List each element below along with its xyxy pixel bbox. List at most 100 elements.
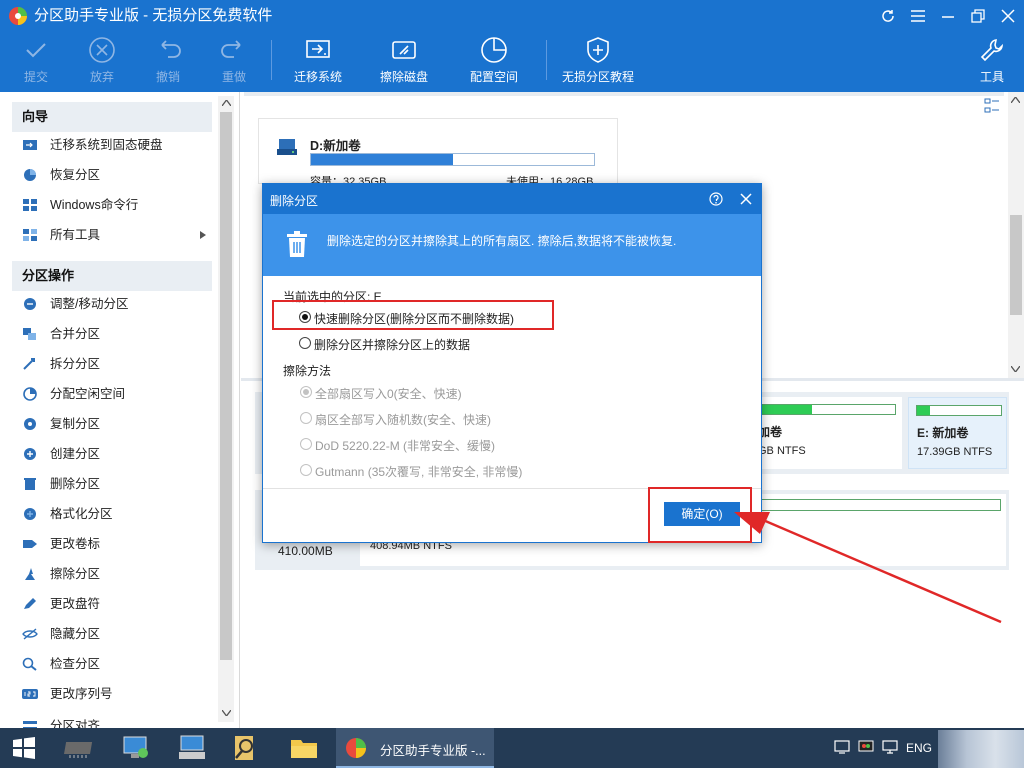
delete-wipe-label[interactable]: 删除分区并擦除分区上的数据 bbox=[314, 336, 470, 353]
discard-label: 放弃 bbox=[89, 70, 114, 84]
refresh-icon bbox=[882, 10, 894, 22]
migrate-os-label: 迁移系统 bbox=[293, 70, 342, 84]
disk2-size: 410.00MB bbox=[278, 544, 333, 558]
clock-area[interactable] bbox=[938, 730, 1024, 768]
refresh-button[interactable] bbox=[873, 2, 903, 30]
nav-copy-partition[interactable]: 复制分区 bbox=[18, 409, 214, 439]
wrench-icon bbox=[980, 39, 1004, 62]
wipe-zero-radio[interactable] bbox=[300, 386, 312, 398]
start-button[interactable] bbox=[0, 728, 48, 768]
action-center-icon[interactable] bbox=[834, 740, 850, 754]
redo-label: 重做 bbox=[221, 70, 246, 84]
allocate-space-icon bbox=[481, 37, 507, 63]
redo-button[interactable]: 重做 bbox=[202, 34, 266, 88]
allocate-space-label: 配置空间 bbox=[469, 70, 518, 84]
nav-check-partition[interactable]: 检查分区 bbox=[18, 649, 214, 679]
cancel-circle-icon bbox=[89, 37, 115, 63]
volume-usage-bar bbox=[310, 153, 595, 166]
dialog-header: 删除分区 bbox=[263, 184, 761, 214]
nav-change-serial[interactable]: 更改序列号 bbox=[18, 679, 214, 709]
scroll-down-arrow-icon[interactable] bbox=[1011, 366, 1020, 372]
dialog-info-banner: 删除选定的分区并擦除其上的所有扇区. 擦除后,数据将不能被恢复. bbox=[263, 214, 761, 276]
check-partition-icon bbox=[22, 657, 37, 671]
volume-name: D:新加卷 bbox=[310, 139, 361, 153]
menu-button[interactable] bbox=[903, 2, 933, 30]
view-toggle-icon[interactable] bbox=[984, 98, 1000, 114]
nav-split-partition[interactable]: 拆分分区 bbox=[18, 349, 214, 379]
wipe-gutmann-radio[interactable] bbox=[300, 464, 312, 476]
network-status-icon[interactable] bbox=[882, 740, 898, 754]
delete-wipe-radio[interactable] bbox=[299, 337, 311, 349]
migrate-os-button[interactable]: 迁移系统 bbox=[286, 34, 350, 88]
wipe-dod-radio[interactable] bbox=[300, 438, 312, 450]
taskbar-app-network[interactable] bbox=[112, 728, 160, 768]
right-scrollbar-thumb[interactable] bbox=[1010, 215, 1022, 315]
all-tools-icon bbox=[23, 229, 37, 241]
left-scrollbar-thumb[interactable] bbox=[220, 112, 232, 660]
delete-partition-icon bbox=[24, 478, 36, 490]
taskbar-app-keyboard[interactable] bbox=[168, 728, 216, 768]
taskbar-app-search[interactable] bbox=[222, 728, 270, 768]
nav-windows-cmd[interactable]: Windows命令行 bbox=[18, 190, 214, 220]
wipe-dod-label: DoD 5220.22-M (非常安全、缓慢) bbox=[315, 439, 496, 453]
split-partition-icon bbox=[23, 358, 35, 370]
taskbar-app-explorer[interactable] bbox=[280, 728, 328, 768]
partition-block-partial[interactable]: 加卷 GB NTFS bbox=[740, 397, 902, 469]
nav-change-drive-letter[interactable]: 更改盘符 bbox=[18, 589, 214, 619]
keyboard-computer-icon bbox=[179, 735, 205, 759]
taskbar-active-app-label: 分区助手专业版 -... bbox=[380, 744, 486, 758]
wizard-section-title: 向导 bbox=[12, 102, 212, 132]
nav-resize-move[interactable]: 调整/移动分区 bbox=[18, 289, 214, 319]
scroll-up-arrow-icon[interactable] bbox=[222, 100, 231, 106]
wipe-method-title: 擦除方法 bbox=[283, 364, 332, 378]
scroll-down-arrow-icon[interactable] bbox=[222, 710, 231, 716]
discard-button[interactable]: 放弃 bbox=[70, 34, 134, 88]
close-button[interactable] bbox=[993, 2, 1023, 30]
wipe-random-radio[interactable] bbox=[300, 412, 312, 424]
partition-block-e[interactable]: E: 新加卷 17.39GB NTFS bbox=[908, 397, 1007, 469]
commit-button[interactable]: 提交 bbox=[4, 34, 68, 88]
wipe-partition-icon bbox=[25, 568, 35, 580]
tools-button[interactable]: 工具 bbox=[960, 34, 1024, 88]
hamburger-icon bbox=[911, 10, 925, 22]
folder-icon bbox=[291, 740, 317, 758]
app-logo-icon bbox=[9, 7, 27, 25]
allocate-space-button[interactable]: 配置空间 bbox=[462, 34, 526, 88]
restore-button[interactable] bbox=[963, 2, 993, 30]
nav-delete-partition[interactable]: 删除分区 bbox=[18, 469, 214, 499]
dialog-close-icon[interactable] bbox=[740, 193, 752, 205]
nav-format-partition[interactable]: 格式化分区 bbox=[18, 499, 214, 529]
hide-partition-icon bbox=[22, 628, 38, 640]
nav-restore-partition[interactable]: 恢复分区 bbox=[18, 160, 214, 190]
help-icon[interactable] bbox=[709, 192, 723, 206]
nav-wipe-partition[interactable]: 擦除分区 bbox=[18, 559, 214, 589]
taskbar-app-chip[interactable] bbox=[56, 728, 104, 768]
shield-plus-icon bbox=[587, 37, 609, 63]
nav-align-partition[interactable]: 分区对齐 bbox=[18, 713, 214, 728]
nav-change-label[interactable]: 更改卷标 bbox=[18, 529, 214, 559]
wipe-disk-button[interactable]: 擦除磁盘 bbox=[372, 34, 436, 88]
toolbar-separator bbox=[271, 40, 272, 80]
windows-cmd-icon bbox=[23, 199, 37, 211]
dialog-info-text: 删除选定的分区并擦除其上的所有扇区. 擦除后,数据将不能被恢复. bbox=[327, 234, 677, 248]
language-indicator[interactable]: ENG bbox=[906, 741, 932, 755]
nav-create-partition[interactable]: 创建分区 bbox=[18, 439, 214, 469]
nav-merge-partition[interactable]: 合并分区 bbox=[18, 319, 214, 349]
taskbar-active-app[interactable]: 分区助手专业版 -... bbox=[336, 728, 494, 768]
minimize-button[interactable] bbox=[933, 2, 963, 30]
tutorial-button[interactable]: 无损分区教程 bbox=[558, 34, 638, 88]
display-color-icon[interactable] bbox=[858, 740, 874, 754]
nav-allocate-free-space[interactable]: 分配空闲空间 bbox=[18, 379, 214, 409]
nav-hide-partition[interactable]: 隐藏分区 bbox=[18, 619, 214, 649]
partition-e-info: 17.39GB NTFS bbox=[917, 446, 993, 458]
undo-button[interactable]: 撤销 bbox=[136, 34, 200, 88]
restore-icon bbox=[971, 9, 985, 23]
partition-e-name: E: 新加卷 bbox=[917, 426, 969, 440]
nav-migrate-ssd[interactable]: 迁移系统到固态硬盘 bbox=[18, 130, 214, 160]
change-label-icon bbox=[23, 540, 37, 548]
wipe-zero-label: 全部扇区写入0(安全、快速) bbox=[315, 387, 462, 401]
merge-partition-icon bbox=[23, 328, 36, 340]
trash-icon bbox=[287, 231, 307, 257]
nav-all-tools[interactable]: 所有工具 bbox=[18, 220, 214, 250]
scroll-up-arrow-icon[interactable] bbox=[1011, 97, 1020, 103]
